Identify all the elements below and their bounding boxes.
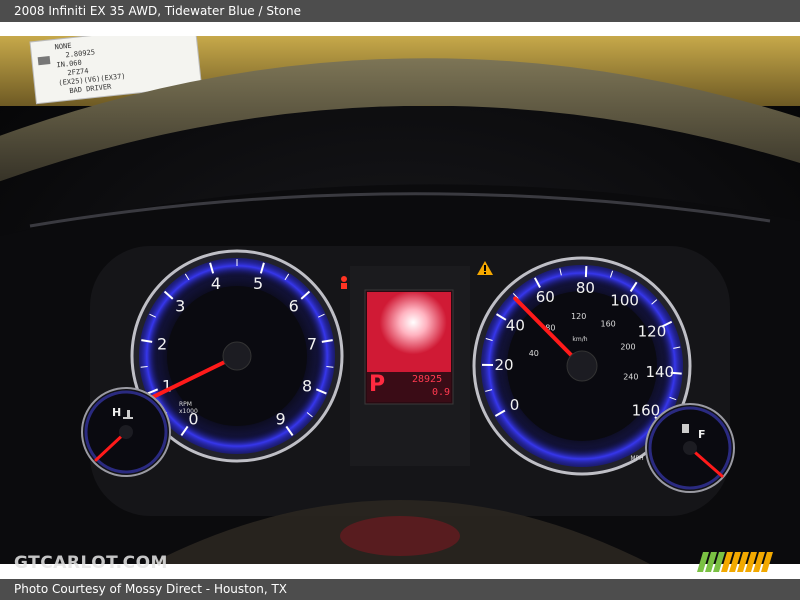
tach-tick-label: 5 (253, 274, 263, 293)
speed-tick-label: 80 (576, 279, 595, 297)
odometer-readout: 28925 (412, 374, 443, 385)
logo-stripes (697, 552, 773, 572)
speed-tick-label: 140 (645, 363, 674, 381)
page-title: 2008 Infiniti EX 35 AWD, Tidewater Blue … (14, 4, 302, 18)
speed-tick-label: 160 (632, 402, 661, 420)
speed-tick-label: 100 (610, 292, 639, 310)
tach-unit-label: RPM (179, 401, 192, 408)
tach-unit-multiplier: x1000 (179, 408, 198, 415)
kmh-tick-label: 160 (601, 319, 616, 328)
speed-tick-label: 40 (506, 317, 525, 335)
speed-tick-label: 20 (494, 356, 513, 374)
speed-tick-label: 120 (638, 323, 667, 341)
header-bar: 2008 Infiniti EX 35 AWD, Tidewater Blue … (0, 0, 800, 22)
fuel-full-label: F (698, 428, 706, 441)
kmh-unit-label: km/h (572, 336, 587, 343)
fuel-gauge: F (645, 403, 735, 493)
kmh-tick-label: 240 (623, 373, 638, 382)
kmh-tick-label: 200 (620, 342, 635, 351)
tach-tick-label: 6 (289, 296, 299, 315)
tach-tick-label: 4 (211, 274, 221, 293)
temperature-gauge: H (81, 387, 171, 477)
tach-tick-label: 8 (302, 376, 312, 395)
photo-credit: Photo Courtesy of Mossy Direct - Houston… (14, 582, 287, 596)
mph-unit-label: MPH (630, 455, 643, 462)
tach-tick-label: 9 (275, 409, 285, 428)
fuel-pump-icon (682, 424, 689, 433)
site-watermark: GTCARLOT.COM (14, 553, 168, 573)
tach-tick-label: 7 (307, 335, 317, 354)
speed-tick-label: 60 (536, 288, 555, 306)
tach-tick-label: 3 (175, 296, 185, 315)
gear-indicator: P (369, 372, 386, 397)
dashboard-photo: NONE 2.80925 IN.060 2FZ74 (EX25)(V6)(EX37) BA… (0, 36, 800, 564)
footer-bar: Photo Courtesy of Mossy Direct - Houston… (0, 579, 800, 600)
temp-high-label: H (112, 406, 121, 419)
tach-tick-label: 2 (157, 335, 167, 354)
kmh-tick-label: 40 (529, 349, 539, 358)
trip-readout: 0.9 (432, 387, 451, 398)
kmh-tick-label: 120 (571, 312, 586, 321)
speed-tick-label: 0 (510, 396, 520, 414)
